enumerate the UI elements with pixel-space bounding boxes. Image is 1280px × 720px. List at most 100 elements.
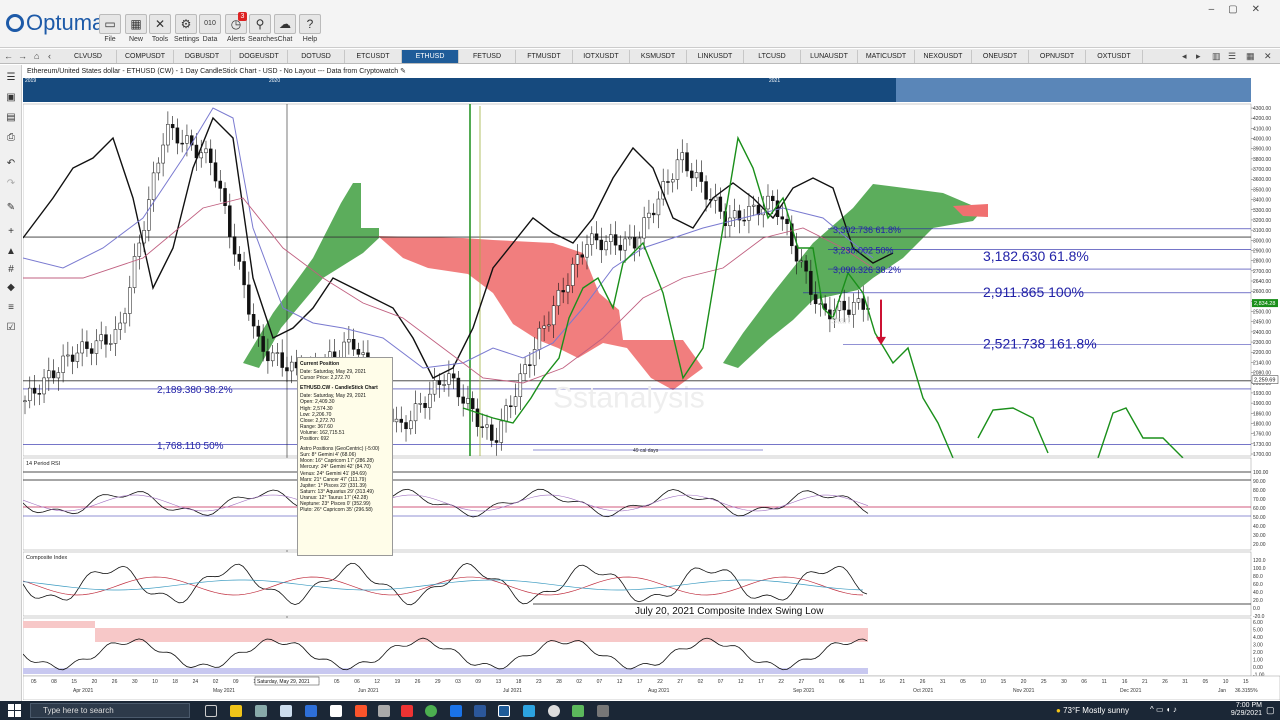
- date-axis-day: 11: [859, 679, 864, 685]
- notifications-icon[interactable]: ▢: [1266, 705, 1275, 716]
- date-axis-day: 06: [1081, 679, 1087, 685]
- candle-body: [85, 341, 89, 349]
- redo-icon[interactable]: ↷: [4, 177, 18, 191]
- optex-axis-tick: 1.00: [1253, 658, 1263, 664]
- forward-arrow-icon[interactable]: →: [18, 50, 27, 63]
- date-axis-day: 16: [879, 679, 885, 685]
- save-icon[interactable]: ▤: [4, 111, 18, 125]
- crosshair-icon[interactable]: +: [4, 225, 18, 239]
- list-icon[interactable]: ☰: [1228, 50, 1236, 63]
- taskbar-app-icon[interactable]: [280, 705, 292, 717]
- new-button[interactable]: ▦ New: [124, 14, 148, 43]
- tab-dotusd[interactable]: DOTUSD: [288, 50, 345, 63]
- date-axis-day: 09: [233, 679, 239, 685]
- candle-body: [404, 422, 408, 430]
- taskbar-app-icon[interactable]: [450, 705, 462, 717]
- tab-opnusdt[interactable]: OPNUSDT: [1029, 50, 1086, 63]
- help-button[interactable]: ? Help: [298, 14, 322, 43]
- layers-icon[interactable]: ≡: [4, 301, 18, 315]
- file-button[interactable]: ▭ File: [98, 14, 122, 43]
- pen-tool-icon[interactable]: ✎: [4, 201, 18, 215]
- taskbar-app-icon[interactable]: [255, 705, 267, 717]
- brave-browser-icon[interactable]: [355, 705, 367, 717]
- tab-maticusdt[interactable]: MATICUSDT: [858, 50, 915, 63]
- window-controls[interactable]: –▢✕: [1209, 4, 1274, 15]
- tab-ksmusdt[interactable]: KSMUSDT: [630, 50, 687, 63]
- taskbar-app-icon[interactable]: [401, 705, 413, 717]
- tab-clvusd[interactable]: CLVUSD: [60, 50, 117, 63]
- weather-widget[interactable]: ● 73°F Mostly sunny: [1056, 704, 1129, 717]
- taskbar-app-icon[interactable]: [572, 705, 584, 717]
- mail-icon[interactable]: [305, 705, 317, 717]
- tab-prev-icon[interactable]: ◂: [1182, 50, 1187, 63]
- candle-body: [108, 343, 113, 345]
- candle-body: [690, 170, 694, 179]
- grid-lines-icon[interactable]: #: [4, 263, 18, 277]
- tab-oxtusdt[interactable]: OXTUSDT: [1086, 50, 1143, 63]
- candle-body: [489, 424, 494, 441]
- tab-dogeusdt[interactable]: DOGEUSDT: [231, 50, 288, 63]
- ethusd-chart-area[interactable]: 2019 2020 20214300.004200.004100.004000.00…: [23, 78, 1280, 700]
- word-icon[interactable]: [474, 705, 486, 717]
- taskbar-app-icon[interactable]: [548, 705, 560, 717]
- date-axis-day: 30: [132, 679, 138, 685]
- image-icon[interactable]: ▣: [4, 91, 18, 105]
- data-button[interactable]: 010 Data: [198, 14, 222, 43]
- task-view-icon[interactable]: [205, 705, 217, 717]
- tab-ethusd[interactable]: ETHUSD: [402, 50, 459, 63]
- date-axis-day: 01: [819, 679, 825, 685]
- chat-button[interactable]: ☁ Chat: [273, 14, 297, 43]
- undo-icon[interactable]: ↶: [4, 157, 18, 171]
- windows-start-icon[interactable]: [8, 704, 21, 717]
- system-tray-icons[interactable]: ^ ▭ ◖ ♪: [1150, 705, 1177, 714]
- optuma-taskbar-icon[interactable]: [498, 705, 510, 717]
- date-axis-day: 16: [1122, 679, 1128, 685]
- lock-icon[interactable]: ▲: [4, 245, 18, 259]
- tab-dgbusdt[interactable]: DGBUSDT: [174, 50, 231, 63]
- print-icon[interactable]: ⎙: [4, 131, 18, 145]
- composite-axis-tick: 100.0: [1253, 566, 1266, 572]
- alarm-clock-icon: ◷ 3: [225, 12, 247, 34]
- candle-body: [228, 205, 232, 237]
- price-axis-tick: 3100.00: [1253, 228, 1271, 234]
- eraser-icon[interactable]: ◆: [4, 281, 18, 295]
- rsi-panel-title: 14 Period RSI: [26, 461, 61, 467]
- close-tab-icon[interactable]: ✕: [1264, 50, 1272, 63]
- tab-fetusd[interactable]: FETUSD: [459, 50, 516, 63]
- taskbar-clock[interactable]: 7:00 PM 9/29/2021: [1218, 702, 1262, 718]
- candle-body: [470, 398, 475, 410]
- taskbar-app-icon[interactable]: [378, 705, 390, 717]
- tab-ftmusdt[interactable]: FTMUSDT: [516, 50, 573, 63]
- date-axis-day: 05: [334, 679, 340, 685]
- settings-button[interactable]: ⚙ Settings: [174, 14, 199, 43]
- taskbar-search-input[interactable]: Type here to search: [30, 703, 190, 718]
- searches-button[interactable]: ⚲ Searches: [248, 14, 278, 43]
- tab-oneusdt[interactable]: ONEUSDT: [972, 50, 1029, 63]
- tab-scroll-left-icon[interactable]: ‹: [48, 50, 51, 63]
- chrome-icon[interactable]: [425, 705, 437, 717]
- layout-icon[interactable]: ▥: [1212, 50, 1221, 63]
- tab-linkusdt[interactable]: LINKUSDT: [687, 50, 744, 63]
- optex-axis-tick: 6.00: [1253, 620, 1263, 626]
- tab-nexousdt[interactable]: NEXOUSDT: [915, 50, 972, 63]
- list-icon[interactable]: ☰: [4, 71, 18, 85]
- tab-compusdt[interactable]: COMPUSDT: [117, 50, 174, 63]
- tab-lunausdt[interactable]: LUNAUSDT: [801, 50, 858, 63]
- checklist-icon[interactable]: ☑: [4, 321, 18, 335]
- alerts-button[interactable]: ◷ 3 Alerts: [224, 12, 248, 43]
- tools-button[interactable]: ✕ Tools: [148, 14, 172, 43]
- taskbar-app-icon[interactable]: [330, 705, 342, 717]
- file-explorer-icon[interactable]: [230, 705, 242, 717]
- back-arrow-icon[interactable]: ←: [4, 50, 13, 63]
- home-icon[interactable]: ⌂: [34, 50, 39, 63]
- tab-iotxusdt[interactable]: IOTXUSDT: [573, 50, 630, 63]
- tab-etcusdt[interactable]: ETCUSDT: [345, 50, 402, 63]
- edit-title-icon[interactable]: ✎: [400, 68, 406, 75]
- date-axis-day: 15: [1001, 679, 1007, 685]
- tab-ltcusd[interactable]: LTCUSD: [744, 50, 801, 63]
- cursor-date-label: Saturday, May 29, 2021: [257, 679, 310, 685]
- grid-icon[interactable]: ▦: [1246, 50, 1255, 63]
- taskbar-app-icon[interactable]: [523, 705, 535, 717]
- taskbar-app-icon[interactable]: [597, 705, 609, 717]
- tab-next-icon[interactable]: ▸: [1196, 50, 1201, 63]
